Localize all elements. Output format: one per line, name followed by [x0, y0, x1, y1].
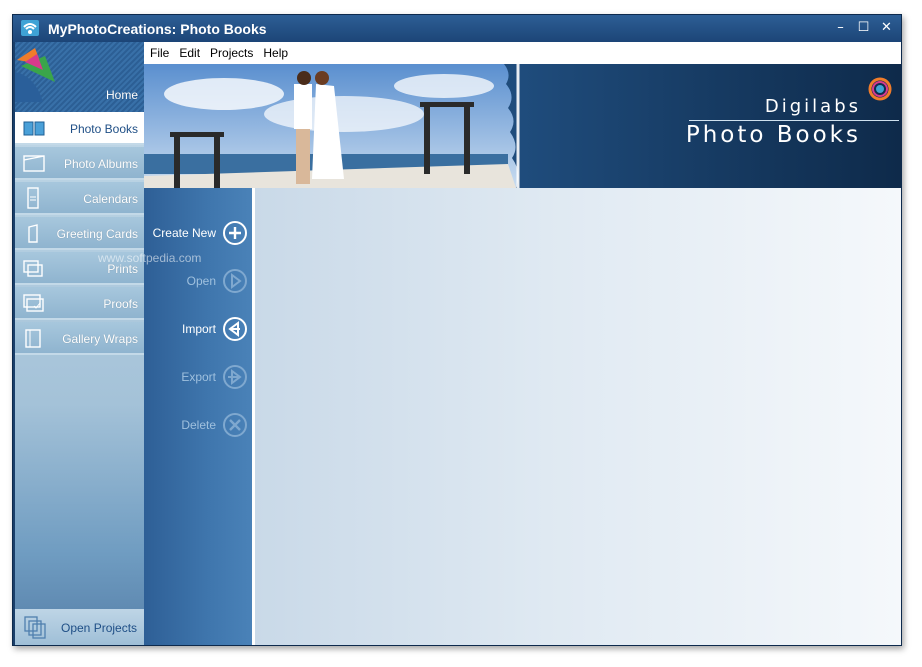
action-label: Delete: [181, 418, 216, 432]
sidebar-item-label: Photo Albums: [63, 157, 138, 171]
header-banner: Digilabs Photo Books: [144, 64, 901, 188]
action-label: Import: [181, 322, 216, 336]
app-logo-icon: [21, 20, 39, 36]
sidebar-item-label: Calendars: [83, 192, 138, 206]
maximize-button[interactable]: ☐: [855, 19, 872, 36]
play-circle-icon: [223, 269, 247, 293]
calendar-icon: [27, 187, 39, 209]
workspace-area[interactable]: [255, 188, 901, 645]
prints-icon: [23, 260, 43, 277]
sidebar-item-photo-albums[interactable]: Photo Albums: [15, 147, 144, 180]
minimize-button[interactable]: –: [832, 19, 849, 36]
open-projects-label: Open Projects: [61, 621, 138, 635]
menu-help[interactable]: Help: [263, 46, 288, 60]
window-title: MyPhotoCreations: Photo Books: [48, 21, 267, 37]
sidebar-item-label: Home: [105, 88, 138, 102]
watermark-text: www.softpedia.com: [98, 251, 202, 265]
photo-album-icon: [23, 155, 45, 172]
sidebar-item-home[interactable]: Home: [15, 76, 144, 109]
export-circle-icon: [223, 365, 247, 389]
brand-divider: [689, 120, 899, 121]
app-window: MyPhotoCreations: Photo Books – ☐ ✕ Home…: [12, 14, 902, 646]
sidebar-item-greeting-cards[interactable]: Greeting Cards: [15, 217, 144, 250]
open-button[interactable]: Open: [144, 267, 252, 295]
sidebar-item-label: Photo Books: [69, 122, 138, 136]
import-button[interactable]: Import: [144, 315, 252, 343]
create-new-button[interactable]: Create New: [144, 219, 252, 247]
import-circle-icon: [223, 317, 247, 341]
plus-circle-icon: [223, 221, 247, 245]
sidebar-item-calendars[interactable]: Calendars: [15, 182, 144, 215]
greeting-card-icon: [28, 224, 38, 243]
action-label: Create New: [152, 226, 216, 240]
menu-file[interactable]: File: [150, 46, 169, 60]
open-projects-button[interactable]: Open Projects: [15, 609, 144, 645]
sidebar-item-label: Proofs: [103, 297, 138, 311]
proofs-icon: [23, 294, 44, 312]
digilabs-logo-icon: [868, 77, 892, 101]
open-projects-icon: [24, 616, 46, 639]
sidebar: Home Photo Books Photo Albums Calendars: [15, 42, 144, 645]
menu-bar: File Edit Projects Help: [144, 42, 901, 64]
photo-book-icon: [23, 121, 45, 136]
sidebar-item-label: Gallery Wraps: [62, 332, 138, 346]
menu-edit[interactable]: Edit: [179, 46, 200, 60]
window-controls: – ☐ ✕: [832, 19, 895, 36]
brand-name: Digilabs: [764, 96, 861, 117]
product-title: Photo Books: [685, 122, 861, 148]
menu-projects[interactable]: Projects: [210, 46, 253, 60]
sidebar-item-gallery-wraps[interactable]: Gallery Wraps: [15, 322, 144, 355]
sidebar-item-photo-books[interactable]: Photo Books: [15, 112, 144, 145]
x-circle-icon: [223, 413, 247, 437]
gallery-wrap-icon: [25, 329, 41, 348]
sidebar-item-label: Greeting Cards: [56, 227, 138, 241]
title-bar[interactable]: MyPhotoCreations: Photo Books – ☐ ✕: [13, 15, 901, 42]
delete-button[interactable]: Delete: [144, 411, 252, 439]
action-label: Export: [181, 370, 216, 384]
export-button[interactable]: Export: [144, 363, 252, 391]
sidebar-item-proofs[interactable]: Proofs: [15, 287, 144, 320]
action-label: Open: [186, 274, 216, 288]
close-button[interactable]: ✕: [878, 19, 895, 36]
